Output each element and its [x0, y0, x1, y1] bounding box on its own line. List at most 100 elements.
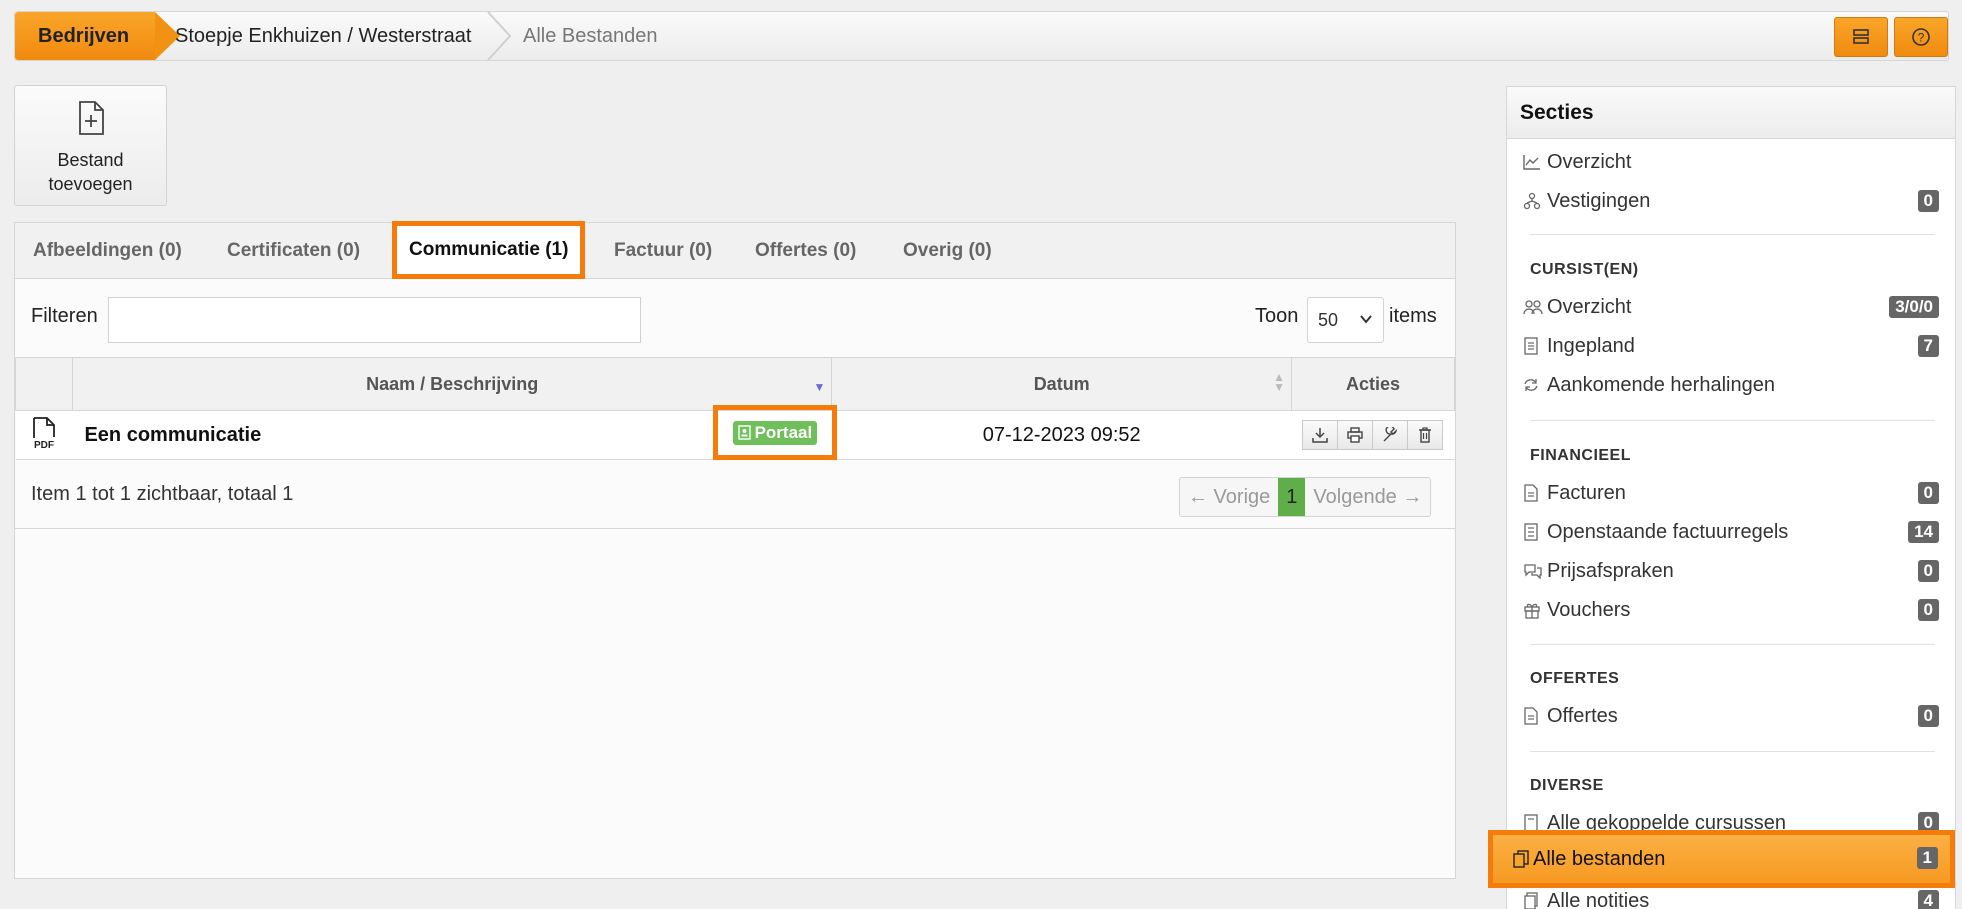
tab-overig[interactable]: Overig (0): [903, 223, 992, 279]
breadcrumb-separator-icon: [487, 12, 512, 60]
sidebar-item-offertes[interactable]: Offertes 0: [1523, 698, 1939, 734]
sidebar-item-label: Vouchers: [1547, 598, 1631, 621]
breadcrumb-item-company[interactable]: Stoepje Enkhuizen / Westerstraat: [175, 12, 471, 60]
sidebar-item-overzicht[interactable]: Overzicht: [1523, 144, 1939, 180]
table-row[interactable]: PDF Een communicatie Portaal 07-12-2023 …: [15, 405, 1455, 460]
icon-column-header: [15, 357, 73, 411]
group-title-diverse: DIVERSE: [1530, 777, 1604, 794]
refresh-icon: [1523, 377, 1543, 393]
tab-afbeeldingen[interactable]: Afbeeldingen (0): [33, 223, 182, 279]
count-badge: 3/0/0: [1889, 296, 1939, 318]
sort-both-icon: ▲ ▼: [1273, 370, 1285, 394]
edit-button[interactable]: [1372, 420, 1408, 450]
filter-label: Filteren: [31, 305, 98, 327]
download-icon: [1312, 428, 1328, 443]
items-label: items: [1389, 305, 1437, 327]
breadcrumb: Bedrijven Stoepje Enkhuizen / Westerstra…: [14, 11, 1949, 61]
count-badge: 0: [1917, 599, 1939, 621]
next-page-button[interactable]: Volgende →: [1305, 478, 1431, 516]
tab-factuur[interactable]: Factuur (0): [614, 223, 712, 279]
name-column-header[interactable]: Naam / Beschrijving ▼: [71, 357, 833, 411]
pdf-file-icon: PDF: [33, 416, 55, 451]
file-plus-icon: [78, 101, 104, 135]
sort-desc-icon: ▼: [813, 380, 826, 394]
sidebar-item-aankomende-herhalingen[interactable]: Aankomende herhalingen: [1523, 367, 1939, 403]
portaal-badge-label: Portaal: [754, 422, 813, 442]
sidebar-item-label: Ingepland: [1547, 334, 1635, 357]
sidebar-item-prijsafspraken[interactable]: Prijsafspraken 0: [1523, 553, 1939, 589]
count-badge: 1: [1916, 847, 1938, 869]
add-file-label-2: toevoegen: [48, 174, 133, 194]
branch-icon: [1523, 192, 1543, 210]
layout-icon: [1853, 29, 1869, 44]
delete-button[interactable]: [1407, 420, 1443, 450]
sidebar-item-cursisten-overzicht[interactable]: Overzicht 3/0/0: [1523, 289, 1939, 325]
sidebar-item-label: Overzicht: [1547, 150, 1632, 173]
print-icon: [1347, 427, 1363, 443]
files-panel: Afbeeldingen (0) Certificaten (0) Commun…: [14, 221, 1456, 879]
current-page[interactable]: 1: [1278, 478, 1306, 516]
file-tabs: Afbeeldingen (0) Certificaten (0) Commun…: [15, 221, 1455, 279]
count-badge: 0: [1917, 560, 1939, 582]
tab-certificaten[interactable]: Certificaten (0): [227, 223, 360, 279]
count-badge: 0: [1917, 705, 1939, 727]
prev-page-button[interactable]: ← Vorige: [1180, 478, 1279, 516]
sidebar-item-label: Offertes: [1547, 704, 1618, 727]
sidebar-item-openstaande-factuurregels[interactable]: Openstaande factuurregels 14: [1523, 514, 1939, 550]
sidebar-item-label: Openstaande factuurregels: [1547, 520, 1789, 543]
help-button[interactable]: ?: [1894, 17, 1948, 57]
page-size-value: 50: [1318, 309, 1339, 330]
add-file-button[interactable]: Bestand toevoegen: [14, 85, 167, 206]
sidebar-item-label: Alle notities: [1547, 889, 1650, 909]
count-badge: 4: [1917, 890, 1939, 909]
file-name-cell[interactable]: Een communicatie Portaal: [72, 405, 837, 460]
date-column-header[interactable]: Datum ▲ ▼: [831, 357, 1292, 411]
divider: [1530, 420, 1935, 421]
table-header-row: Naam / Beschrijving ▼ Datum ▲ ▼ Acties: [15, 357, 1455, 411]
tab-communicatie[interactable]: Communicatie (1): [392, 221, 586, 279]
divider: [1530, 751, 1935, 752]
portaal-badge[interactable]: Portaal: [732, 420, 818, 445]
receipt-icon: [1523, 523, 1543, 541]
sidebar-item-alle-bestanden[interactable]: Alle bestanden 1: [1488, 830, 1955, 888]
file-name[interactable]: Een communicatie: [84, 424, 261, 446]
divider: [1530, 644, 1935, 645]
sidebar-item-ingepland[interactable]: Ingepland 7: [1523, 328, 1939, 364]
filter-input[interactable]: [108, 297, 641, 343]
count-badge: 14: [1908, 521, 1939, 543]
sidebar-item-label: Overzicht: [1547, 295, 1632, 318]
filter-row: Filteren Toon 50 items: [15, 279, 1455, 357]
tab-offertes[interactable]: Offertes (0): [755, 223, 856, 279]
sidebar-item-vestigingen[interactable]: Vestigingen 0: [1523, 183, 1939, 219]
page-size-select[interactable]: 50: [1307, 297, 1384, 343]
group-title-financieel: FINANCIEEL: [1530, 447, 1631, 464]
file-actions-cell: [1291, 410, 1455, 460]
divider: [1530, 234, 1935, 235]
chevron-down-icon: [1360, 315, 1372, 324]
sidebar-item-label: Vestigingen: [1547, 189, 1651, 212]
document-icon: [1523, 707, 1543, 725]
toon-label: Toon: [1255, 305, 1299, 327]
pdf-file-type-label: PDF: [34, 440, 54, 450]
count-badge: 0: [1917, 482, 1939, 504]
count-badge: 0: [1917, 190, 1939, 212]
item-count-text: Item 1 tot 1 zichtbaar, totaal 1: [31, 483, 294, 505]
files-icon: [1513, 850, 1529, 873]
breadcrumb-item-current: Alle Bestanden: [523, 24, 658, 47]
sidebar-item-vouchers[interactable]: Vouchers 0: [1523, 592, 1939, 628]
chart-icon: [1523, 154, 1543, 170]
sidebar-item-facturen[interactable]: Facturen 0: [1523, 475, 1939, 511]
sidebar-item-label: Alle bestanden: [1533, 848, 1666, 870]
count-badge: 7: [1917, 335, 1939, 357]
chat-icon: [1523, 563, 1543, 579]
breadcrumb-item-bedrijven[interactable]: Bedrijven: [15, 12, 180, 60]
layout-toggle-button[interactable]: [1834, 17, 1888, 57]
sidebar-title: Secties: [1507, 87, 1955, 139]
list-icon: [1523, 337, 1543, 355]
download-button[interactable]: [1302, 420, 1338, 450]
print-button[interactable]: [1337, 420, 1373, 450]
notes-icon: [1523, 892, 1543, 909]
trash-icon: [1419, 427, 1431, 443]
actions-column-header: Acties: [1291, 357, 1455, 411]
table-footer: Item 1 tot 1 zichtbaar, totaal 1 ← Vorig…: [15, 459, 1455, 529]
